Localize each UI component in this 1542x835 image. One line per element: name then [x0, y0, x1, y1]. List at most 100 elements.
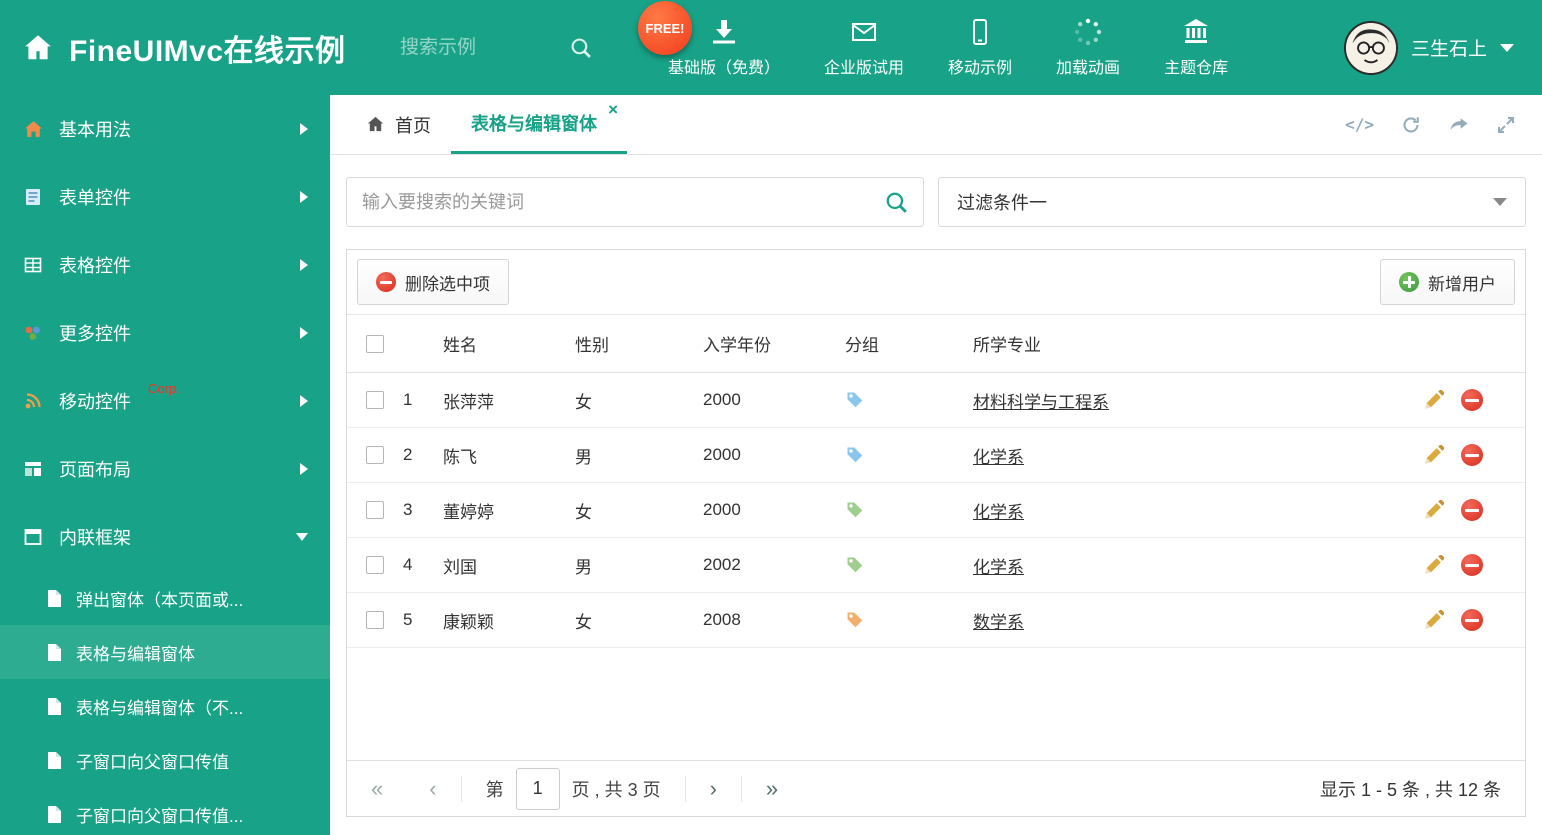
tab-label: 首页 [395, 115, 431, 136]
row-checkbox[interactable] [366, 446, 384, 464]
sidebar-subitem-grid-edit-window-2[interactable]: 表格与编辑窗体（不... [0, 679, 330, 733]
grid-toolbar: 删除选中项 新增用户 [347, 250, 1525, 315]
sidebar-subitem-child-to-parent-2[interactable]: 子窗口向父窗口传值... [0, 787, 330, 835]
major-link[interactable]: 化学系 [973, 448, 1024, 467]
row-checkbox[interactable] [366, 556, 384, 574]
sidebar: 基本用法 表单控件 表格控件 更多控件 移动控件 Corp. 页面布局 内联框架… [0, 95, 330, 835]
sidebar-item-grid-controls[interactable]: 表格控件 [0, 231, 330, 299]
nav-theme-store[interactable]: 主题仓库 [1164, 17, 1228, 78]
select-all-checkbox[interactable] [366, 334, 384, 353]
tag-icon [845, 445, 865, 465]
sidebar-item-label: 内联框架 [59, 528, 131, 548]
chevron-right-icon [300, 123, 308, 135]
last-page-button[interactable]: » [766, 777, 778, 800]
pagination-bar: « ‹ 第 页 , 共 3 页 › » 显示 1 - 5 条 , 共 12 条 [347, 760, 1525, 816]
header-nav: FREE! 基础版（免费） 企业版试用 移动示例 加载动画 主题仓库 [638, 1, 1228, 78]
source-code-icon[interactable]: </> [1345, 115, 1374, 134]
keyword-search-input[interactable] [362, 191, 885, 213]
download-icon [709, 17, 739, 47]
filter-dropdown[interactable]: 过滤条件一 [938, 177, 1526, 227]
cell-year: 2008 [703, 610, 741, 629]
sidebar-subitem-label: 子窗口向父窗口传值 [76, 752, 229, 772]
bank-icon [1181, 17, 1211, 47]
sidebar-item-label: 基本用法 [59, 120, 131, 140]
sidebar-subitem-popup-window[interactable]: 弹出窗体（本页面或... [0, 571, 330, 625]
tab-grid-edit-window[interactable]: 表格与编辑窗体 × [451, 95, 627, 154]
sidebar-item-page-layout[interactable]: 页面布局 [0, 435, 330, 503]
home-icon [366, 115, 385, 134]
page-number-input[interactable] [515, 767, 560, 810]
major-link[interactable]: 化学系 [973, 558, 1024, 577]
delete-selected-button[interactable]: 删除选中项 [357, 259, 509, 305]
search-icon[interactable] [570, 37, 592, 59]
username-label: 三生石上 [1410, 39, 1487, 60]
nav-label: 基础版（免费） [668, 60, 781, 77]
delete-row-icon[interactable] [1461, 554, 1483, 576]
edit-pencil-icon[interactable] [1423, 609, 1444, 631]
major-link[interactable]: 化学系 [973, 503, 1024, 522]
edit-pencil-icon[interactable] [1423, 499, 1444, 521]
pager-divider [684, 775, 686, 802]
delete-row-icon[interactable] [1461, 609, 1483, 631]
header-search[interactable] [400, 36, 610, 59]
plus-circle-icon [1399, 272, 1419, 292]
refresh-icon[interactable] [1401, 115, 1421, 135]
user-menu[interactable]: 三生石上 [1343, 20, 1542, 75]
sidebar-subitem-child-to-parent[interactable]: 子窗口向父窗口传值 [0, 733, 330, 787]
cell-gender: 女 [575, 612, 592, 632]
row-checkbox[interactable] [366, 611, 384, 629]
nav-basic-free[interactable]: FREE! 基础版（免费） [638, 1, 781, 78]
expand-icon[interactable] [1496, 115, 1516, 135]
nav-mobile-demo[interactable]: 移动示例 [948, 17, 1012, 78]
sidebar-item-mobile-controls[interactable]: 移动控件 Corp. [0, 367, 330, 435]
prev-page-button[interactable]: ‹ [429, 777, 436, 800]
sidebar-item-form-controls[interactable]: 表单控件 [0, 163, 330, 231]
row-index: 1 [403, 390, 413, 409]
edit-pencil-icon[interactable] [1423, 554, 1444, 576]
delete-row-icon[interactable] [1461, 499, 1483, 521]
next-page-button[interactable]: › [710, 777, 717, 800]
major-link[interactable]: 数学系 [973, 613, 1024, 632]
delete-row-icon[interactable] [1461, 389, 1483, 411]
corp-badge: Corp. [148, 381, 180, 396]
edit-pencil-icon[interactable] [1423, 389, 1444, 411]
sidebar-item-more-controls[interactable]: 更多控件 [0, 299, 330, 367]
table-row: 1 张萍萍 女 2000 材料科学与工程系 [347, 373, 1525, 428]
edit-pencil-icon[interactable] [1423, 444, 1444, 466]
sidebar-item-label: 表单控件 [59, 188, 131, 208]
tag-icon [845, 500, 865, 520]
user-avatar[interactable] [1343, 20, 1398, 75]
table-row: 2 陈飞 男 2000 化学系 [347, 428, 1525, 483]
nav-loading-animation[interactable]: 加载动画 [1056, 17, 1120, 78]
pager-divider [460, 775, 462, 802]
sidebar-subitem-grid-edit-window[interactable]: 表格与编辑窗体 [0, 625, 330, 679]
first-page-button[interactable]: « [371, 777, 383, 800]
nav-label: 加载动画 [1056, 60, 1121, 77]
tag-icon [845, 610, 865, 630]
tab-home[interactable]: 首页 [346, 95, 451, 154]
grid-panel: 删除选中项 新增用户 姓名 性别 入学年份 分组 所学专业 1 张萍萍 女 20… [346, 249, 1526, 817]
spinner-icon [1073, 17, 1103, 47]
cell-name: 陈飞 [443, 447, 477, 467]
major-link[interactable]: 材料科学与工程系 [973, 393, 1109, 412]
share-icon[interactable] [1448, 114, 1469, 135]
add-user-button[interactable]: 新增用户 [1380, 259, 1515, 305]
cell-gender: 男 [575, 557, 592, 577]
close-icon[interactable]: × [608, 101, 618, 118]
delete-selected-label: 删除选中项 [405, 274, 490, 294]
sidebar-item-label: 页面布局 [59, 460, 131, 480]
sidebar-item-basic-usage[interactable]: 基本用法 [0, 95, 330, 163]
table-icon [22, 255, 44, 275]
header-search-input[interactable] [400, 36, 560, 59]
delete-row-icon[interactable] [1461, 444, 1483, 466]
add-user-label: 新增用户 [1428, 274, 1496, 294]
row-checkbox[interactable] [366, 391, 384, 409]
row-checkbox[interactable] [366, 501, 384, 519]
sidebar-item-label: 移动控件 [59, 392, 131, 412]
brand[interactable]: FineUIMvc在线示例 [0, 26, 400, 70]
keyword-search-box[interactable] [346, 177, 924, 227]
sidebar-item-iframe[interactable]: 内联框架 [0, 503, 330, 571]
nav-enterprise-trial[interactable]: 企业版试用 [824, 17, 904, 78]
row-index: 2 [403, 445, 413, 464]
search-icon[interactable] [885, 191, 908, 214]
